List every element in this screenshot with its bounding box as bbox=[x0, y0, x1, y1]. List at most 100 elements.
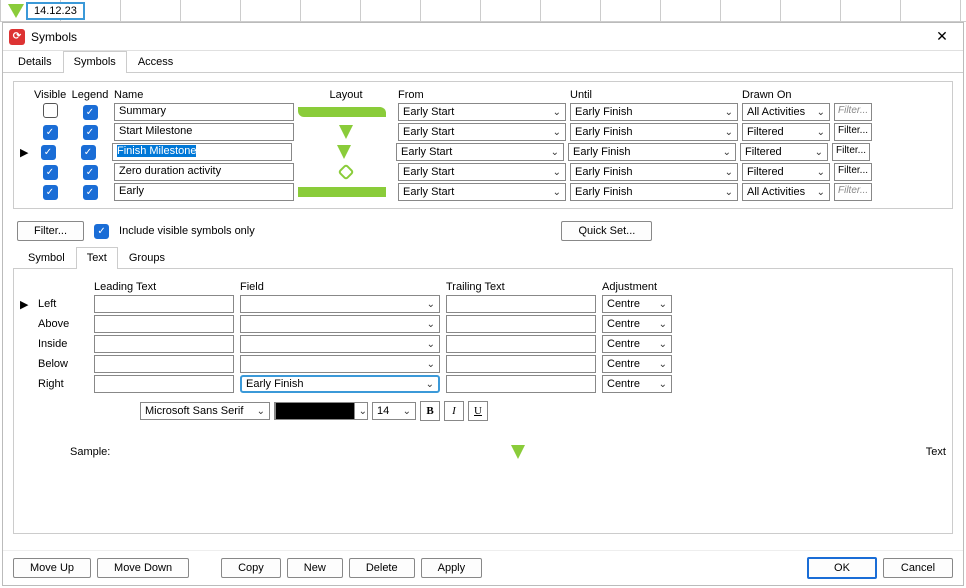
trailing-input[interactable] bbox=[446, 375, 596, 393]
sample-text: Text bbox=[926, 446, 946, 458]
font-size-select[interactable]: 14 bbox=[372, 402, 416, 420]
drawn-select[interactable]: All Activities bbox=[742, 103, 830, 121]
trailing-input[interactable] bbox=[446, 295, 596, 313]
apply-button[interactable]: Apply bbox=[421, 558, 483, 578]
grid-row[interactable]: Zero duration activity Early Start Early… bbox=[20, 162, 946, 182]
cancel-button[interactable]: Cancel bbox=[883, 558, 953, 578]
date-field[interactable]: 14.12.23 bbox=[26, 2, 85, 20]
name-input[interactable]: Finish Milestone bbox=[112, 143, 292, 161]
visible-checkbox[interactable] bbox=[43, 103, 58, 118]
tab-details[interactable]: Details bbox=[7, 51, 63, 72]
layout-icon bbox=[298, 187, 386, 197]
visible-checkbox[interactable] bbox=[43, 185, 58, 200]
drawn-select[interactable]: Filtered bbox=[742, 163, 830, 181]
name-input[interactable]: Zero duration activity bbox=[114, 163, 294, 181]
quick-set-button[interactable]: Quick Set... bbox=[561, 221, 652, 241]
drawn-select[interactable]: All Activities bbox=[742, 183, 830, 201]
color-swatch bbox=[275, 402, 355, 420]
field-select[interactable] bbox=[240, 295, 440, 313]
grid-row[interactable]: Early Early Start Early Finish All Activ… bbox=[20, 182, 946, 202]
tab-symbols[interactable]: Symbols bbox=[63, 51, 127, 73]
tab-groups[interactable]: Groups bbox=[118, 247, 176, 268]
name-input[interactable]: Summary bbox=[114, 103, 294, 121]
move-down-button[interactable]: Move Down bbox=[97, 558, 189, 578]
sample-icon bbox=[511, 445, 525, 459]
col-name: Name bbox=[114, 89, 294, 101]
drawn-select[interactable]: Filtered bbox=[742, 123, 830, 141]
leading-input[interactable] bbox=[94, 315, 234, 333]
from-select[interactable]: Early Start bbox=[398, 123, 566, 141]
field-select[interactable] bbox=[240, 315, 440, 333]
legend-checkbox[interactable] bbox=[83, 105, 98, 120]
adjustment-select[interactable]: Centre bbox=[602, 355, 672, 373]
font-name-select[interactable]: Microsoft Sans Serif bbox=[140, 402, 270, 420]
legend-checkbox[interactable] bbox=[81, 145, 96, 160]
until-select[interactable]: Early Finish bbox=[570, 103, 738, 121]
grid-row[interactable]: Summary Early Start Early Finish All Act… bbox=[20, 102, 946, 122]
layout-icon bbox=[339, 125, 353, 139]
trailing-input[interactable] bbox=[446, 355, 596, 373]
field-select[interactable] bbox=[240, 335, 440, 353]
legend-checkbox[interactable] bbox=[83, 165, 98, 180]
bold-button[interactable]: B bbox=[420, 401, 440, 421]
close-button[interactable]: ✕ bbox=[927, 26, 957, 48]
legend-checkbox[interactable] bbox=[83, 125, 98, 140]
move-up-button[interactable]: Move Up bbox=[13, 558, 91, 578]
include-visible-checkbox[interactable] bbox=[94, 224, 109, 239]
legend-checkbox[interactable] bbox=[83, 185, 98, 200]
filter-cell[interactable]: Filter... bbox=[834, 163, 872, 181]
tab-access[interactable]: Access bbox=[127, 51, 184, 72]
grid-row[interactable]: Start Milestone Early Start Early Finish… bbox=[20, 122, 946, 142]
symbols-grid-panel: Visible Legend Name Layout From Until Dr… bbox=[13, 81, 953, 209]
field-select[interactable]: Early Finish bbox=[240, 375, 440, 393]
leading-input[interactable] bbox=[94, 375, 234, 393]
tab-text[interactable]: Text bbox=[76, 247, 118, 269]
hdr-field: Field bbox=[240, 281, 440, 293]
filter-cell[interactable]: Filter... bbox=[832, 143, 870, 161]
trailing-input[interactable] bbox=[446, 335, 596, 353]
delete-button[interactable]: Delete bbox=[349, 558, 415, 578]
name-input[interactable]: Early bbox=[114, 183, 294, 201]
from-select[interactable]: Early Start bbox=[396, 143, 564, 161]
adjustment-select[interactable]: Centre bbox=[602, 375, 672, 393]
col-visible: Visible bbox=[34, 89, 66, 101]
until-select[interactable]: Early Finish bbox=[570, 183, 738, 201]
filter-button[interactable]: Filter... bbox=[17, 221, 84, 241]
from-select[interactable]: Early Start bbox=[398, 103, 566, 121]
font-color-select[interactable] bbox=[274, 402, 368, 420]
visible-checkbox[interactable] bbox=[43, 165, 58, 180]
row-inside-label: Inside bbox=[38, 338, 88, 350]
until-select[interactable]: Early Finish bbox=[570, 163, 738, 181]
filter-cell[interactable]: Filter... bbox=[834, 123, 872, 141]
drawn-select[interactable]: Filtered bbox=[740, 143, 828, 161]
new-button[interactable]: New bbox=[287, 558, 343, 578]
adjustment-select[interactable]: Centre bbox=[602, 295, 672, 313]
visible-checkbox[interactable] bbox=[43, 125, 58, 140]
hdr-trailing: Trailing Text bbox=[446, 281, 596, 293]
trailing-input[interactable] bbox=[446, 315, 596, 333]
leading-input[interactable] bbox=[94, 335, 234, 353]
text-panel: Leading Text Field Trailing Text Adjustm… bbox=[13, 269, 953, 534]
visible-checkbox[interactable] bbox=[41, 145, 56, 160]
until-select[interactable]: Early Finish bbox=[570, 123, 738, 141]
until-select[interactable]: Early Finish bbox=[568, 143, 736, 161]
italic-button[interactable]: I bbox=[444, 401, 464, 421]
leading-input[interactable] bbox=[94, 295, 234, 313]
underline-button[interactable]: U bbox=[468, 401, 488, 421]
tab-symbol[interactable]: Symbol bbox=[17, 247, 76, 268]
grid-row[interactable]: ▶ Finish Milestone Early Start Early Fin… bbox=[20, 142, 946, 162]
from-select[interactable]: Early Start bbox=[398, 163, 566, 181]
col-drawn: Drawn On bbox=[742, 89, 830, 101]
app-icon: ⟳ bbox=[9, 29, 25, 45]
include-visible-label: Include visible symbols only bbox=[119, 225, 255, 237]
leading-input[interactable] bbox=[94, 355, 234, 373]
adjustment-select[interactable]: Centre bbox=[602, 335, 672, 353]
ok-button[interactable]: OK bbox=[807, 557, 877, 579]
adjustment-select[interactable]: Centre bbox=[602, 315, 672, 333]
from-select[interactable]: Early Start bbox=[398, 183, 566, 201]
field-select[interactable] bbox=[240, 355, 440, 373]
timeline-marker-icon bbox=[8, 4, 24, 18]
main-tabs: Details Symbols Access bbox=[3, 51, 963, 73]
copy-button[interactable]: Copy bbox=[221, 558, 281, 578]
name-input[interactable]: Start Milestone bbox=[114, 123, 294, 141]
